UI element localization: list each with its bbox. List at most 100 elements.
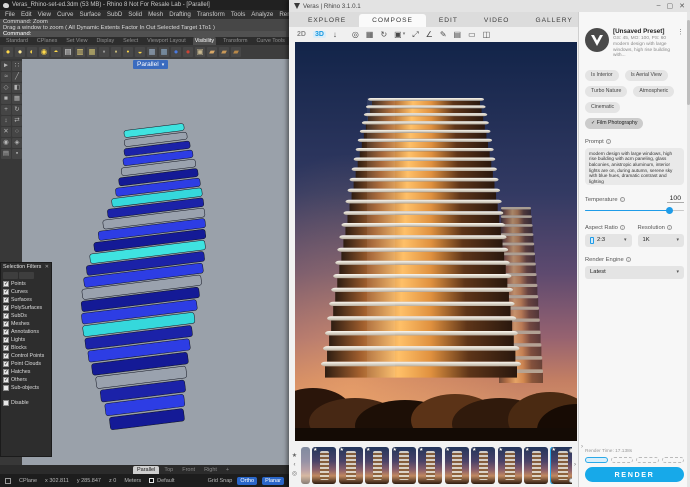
checkbox[interactable] [3,377,9,383]
zoom-tool-icon[interactable]: ◉ [1,138,11,148]
render-thumbnail-partial[interactable] [301,447,310,484]
thumbnails-next-icon[interactable] [574,462,576,468]
line-tools-icon[interactable]: ╱ [12,72,22,82]
selection-filter-curves[interactable]: Curves [1,288,51,296]
curve-tools-icon[interactable]: ≈ [1,72,11,82]
layer-grid-alt-icon[interactable]: ▦ [159,47,169,57]
viewport-title-menu[interactable]: Parallel [133,60,168,69]
bulb-bright-icon[interactable]: ● [15,47,25,57]
selection-filter-surfaces[interactable]: Surfaces [1,296,51,304]
layers-icon[interactable]: ◫ [483,27,491,42]
layer-color-swatch[interactable] [149,478,154,483]
selection-filter-disable[interactable]: Disable [1,399,51,407]
sync-icon[interactable]: ↻ [380,27,387,42]
menu-drafting[interactable]: Drafting [169,10,191,19]
menu-analyze[interactable]: Analyze [251,10,273,19]
selection-filter-meshes[interactable]: Meshes [1,320,51,328]
polygon-tools-icon[interactable]: ◇ [1,83,11,93]
thumbnails-visibility-icon[interactable] [292,471,297,477]
grid-view-icon[interactable]: ▦ [366,27,374,42]
favorite-star-icon[interactable] [552,448,556,453]
selection-filter-hatches[interactable]: Hatches [1,368,51,376]
render-thumbnail[interactable] [392,447,416,484]
status-meters[interactable]: Meters [124,478,141,484]
menu-file[interactable]: File [5,10,15,19]
render-thumbnail[interactable] [551,447,573,484]
selection-filter-control-points[interactable]: Control Points [1,352,51,360]
angle-measure-icon[interactable]: ∠ [426,27,433,42]
resolution-select[interactable]: 1K [638,234,685,247]
mesh-tools-icon[interactable]: ▦ [12,94,22,104]
select-pointer-icon[interactable]: ► [1,61,11,71]
chip-bulb-icon[interactable]: ▪ [111,47,121,57]
osnap-tool-icon[interactable]: ▪ [12,149,22,159]
menu-edit[interactable]: Edit [21,10,32,19]
bulb-swap-icon[interactable]: ◒ [135,47,145,57]
render-thumbnail[interactable] [312,447,336,484]
favorite-star-icon[interactable] [419,448,423,453]
favorite-star-icon[interactable] [366,448,370,453]
control-points-icon[interactable]: ∷ [12,61,22,71]
favorite-star-icon[interactable] [525,448,529,453]
menu-tools[interactable]: Tools [231,10,245,19]
selection-filter-blocks[interactable]: Blocks [1,344,51,352]
toolbar-tab-standard[interactable]: Standard [4,37,30,45]
menu-solid[interactable]: Solid [128,10,142,19]
bulb-on-icon[interactable]: ● [3,47,13,57]
frame-icon[interactable]: ▭ [468,27,476,42]
layer-grid-icon[interactable]: ▦ [147,47,157,57]
checkbox[interactable] [3,337,9,343]
menu-view[interactable]: View [38,10,51,19]
style-chip-turbo-nature[interactable]: Turbo Nature [585,86,627,97]
toolbar-tab-curve-tools[interactable]: Curve Tools [254,37,286,45]
menu-surface[interactable]: Surface [79,10,100,19]
menu-mesh[interactable]: Mesh [148,10,163,19]
thumbnail-camera-icon[interactable] [569,478,573,483]
close-icon[interactable] [45,264,49,270]
bulb-half-icon[interactable]: ◐ [27,47,37,57]
checkbox[interactable] [3,353,9,359]
render-thumbnail[interactable] [445,447,469,484]
selection-filter-points[interactable]: Points [1,280,51,288]
render-thumbnail[interactable] [365,447,389,484]
mode-3d-button[interactable]: 3D [313,31,326,38]
veras-tab-edit[interactable]: EDIT [426,14,471,27]
camera-icon[interactable]: ▣ [394,27,402,42]
style-chip-is-interior[interactable]: Is Interior [585,70,619,81]
selection-filter-polysurfaces[interactable]: PolySurfaces [1,304,51,312]
prompt-input[interactable]: modern design with large windows, high r… [585,148,684,185]
selection-filter-sub-objects[interactable]: Sub-objects [1,384,51,392]
page-copy-icon[interactable]: ▦ [87,47,97,57]
selection-filter-annotations[interactable]: Annotations [1,328,51,336]
sidebar-collapse-icon[interactable] [581,444,583,450]
history-icon[interactable]: ▣ [195,47,205,57]
render-thumbnail[interactable] [524,447,548,484]
rhino-command-area[interactable]: Command: ZoomDrag a window to zoom ( All… [0,19,289,37]
mirror-tool-icon[interactable]: ⇄ [12,116,22,126]
favorite-star-icon[interactable] [313,448,317,453]
style-chip-atmospheric[interactable]: Atmospheric [633,86,674,97]
globe-blue-icon[interactable]: ● [171,47,181,57]
style-chip-is-aerial-view[interactable]: Is Aerial View [625,70,668,81]
checkbox[interactable] [3,289,9,295]
minimize-icon[interactable] [657,2,661,10]
menu-transform[interactable]: Transform [197,10,225,19]
viewport-tab-front[interactable]: Front [178,466,199,474]
checkbox[interactable] [3,400,9,406]
checkbox[interactable] [3,281,9,287]
favorite-star-icon[interactable] [499,448,503,453]
hide-tool-icon[interactable]: ○ [12,127,22,137]
checkbox[interactable] [3,329,9,335]
filter-tab-sub[interactable] [19,272,34,279]
favorite-filter-icon[interactable] [292,453,297,459]
scale-tool-icon[interactable]: ↕ [1,116,11,126]
page-bulb-icon[interactable]: ▥ [75,47,85,57]
favorite-star-icon[interactable] [472,448,476,453]
checkbox[interactable] [3,369,9,375]
viewport-tab-right[interactable]: Right [200,466,221,474]
image-icon[interactable]: ▤ [454,27,462,42]
render-thumbnail[interactable] [471,447,495,484]
move-tool-icon[interactable]: + [1,105,11,115]
preset-card[interactable]: [Unsaved Preset] GS: 45, MO: 100, PS: 60… [585,28,684,59]
toolbar-tab-cplanes[interactable]: CPlanes [35,37,59,45]
